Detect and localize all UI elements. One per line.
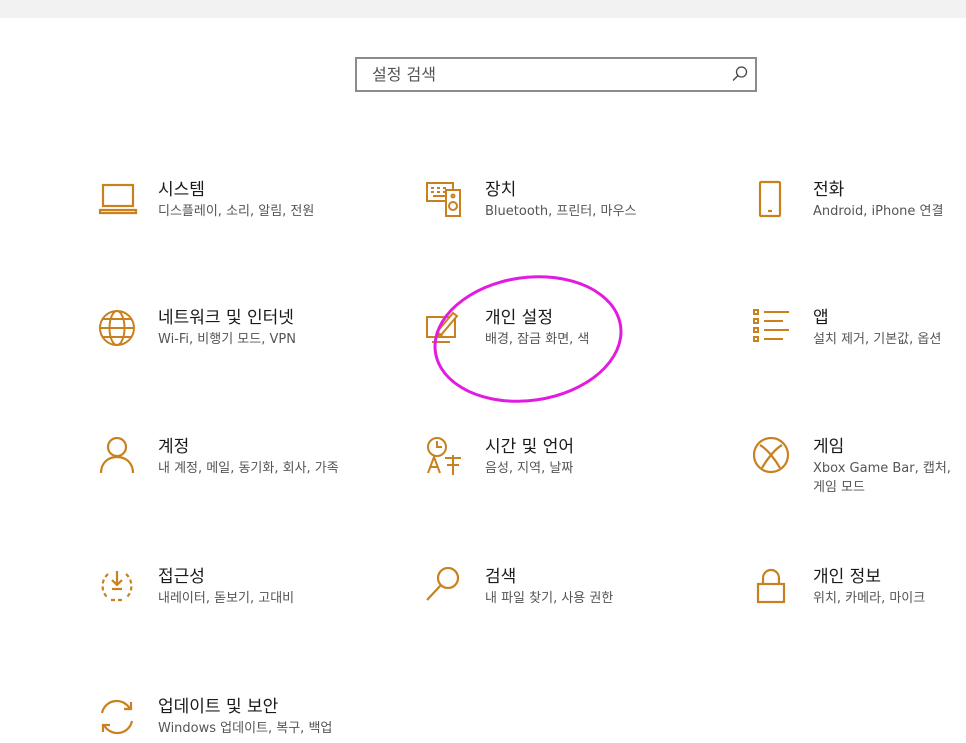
person-icon [98,437,138,477]
keyboard-speaker-icon [425,180,465,220]
search-icon[interactable] [731,65,749,83]
search-icon [425,567,465,607]
globe-icon [98,308,138,348]
laptop-icon [98,180,138,220]
tile-description: 음성, 지역, 날짜 [485,461,574,476]
tile-title: 개인 정보 [813,567,881,587]
window-top-bar [0,0,966,18]
phone-icon [753,180,793,220]
tile-phone[interactable]: 전화 Android, iPhone 연결 [753,180,966,270]
tile-description: Windows 업데이트, 복구, 백업 [158,721,333,736]
tile-title: 시스템 [158,180,205,200]
tile-title: 앱 [813,308,829,328]
tile-title: 전화 [813,180,845,200]
time-language-icon [425,437,465,477]
tile-title: 네트워크 및 인터넷 [158,308,294,328]
tile-description: 내 파일 찾기, 사용 권한 [485,591,614,606]
tile-title: 시간 및 언어 [485,437,575,457]
tile-title: 접근성 [158,567,205,587]
tile-description: Bluetooth, 프린터, 마우스 [485,204,637,219]
tile-title: 검색 [485,567,517,587]
tile-description: 내 계정, 메일, 동기화, 회사, 가족 [158,461,339,476]
tile-title: 계정 [158,437,190,457]
tile-description: 내레이터, 돋보기, 고대비 [158,591,295,606]
tile-update-security[interactable]: 업데이트 및 보안 Windows 업데이트, 복구, 백업 [98,697,368,743]
tile-title: 게임 [813,437,845,457]
update-sync-icon [98,697,138,737]
tile-gaming[interactable]: 게임 Xbox Game Bar, 캡처, 게임 모드 [753,437,966,527]
tile-description: 설치 제거, 기본값, 옵션 [813,332,942,347]
tile-network-internet[interactable]: 네트워크 및 인터넷 Wi-Fi, 비행기 모드, VPN [98,308,368,398]
apps-list-icon [753,308,793,348]
tile-title: 업데이트 및 보안 [158,697,279,717]
tile-time-language[interactable]: 시간 및 언어 음성, 지역, 날짜 [425,437,695,527]
tile-description: 디스플레이, 소리, 알림, 전원 [158,204,315,219]
tile-accounts[interactable]: 계정 내 계정, 메일, 동기화, 회사, 가족 [98,437,368,527]
tile-description: Android, iPhone 연결 [813,204,944,219]
accessibility-icon [98,567,138,607]
xbox-icon [753,437,793,477]
tile-devices[interactable]: 장치 Bluetooth, 프린터, 마우스 [425,180,695,270]
lock-icon [753,567,793,607]
tile-search[interactable]: 검색 내 파일 찾기, 사용 권한 [425,567,695,657]
tile-apps[interactable]: 앱 설치 제거, 기본값, 옵션 [753,308,966,398]
tile-description: Wi-Fi, 비행기 모드, VPN [158,332,296,347]
tile-privacy[interactable]: 개인 정보 위치, 카메라, 마이크 [753,567,966,657]
tile-description: Xbox Game Bar, 캡처, 게임 모드 [813,461,951,495]
tile-system[interactable]: 시스템 디스플레이, 소리, 알림, 전원 [98,180,368,270]
settings-search-box[interactable] [355,57,757,92]
tile-description: 위치, 카메라, 마이크 [813,591,926,606]
search-input[interactable] [357,59,727,90]
tile-accessibility[interactable]: 접근성 내레이터, 돋보기, 고대비 [98,567,368,657]
tile-title: 장치 [485,180,517,200]
